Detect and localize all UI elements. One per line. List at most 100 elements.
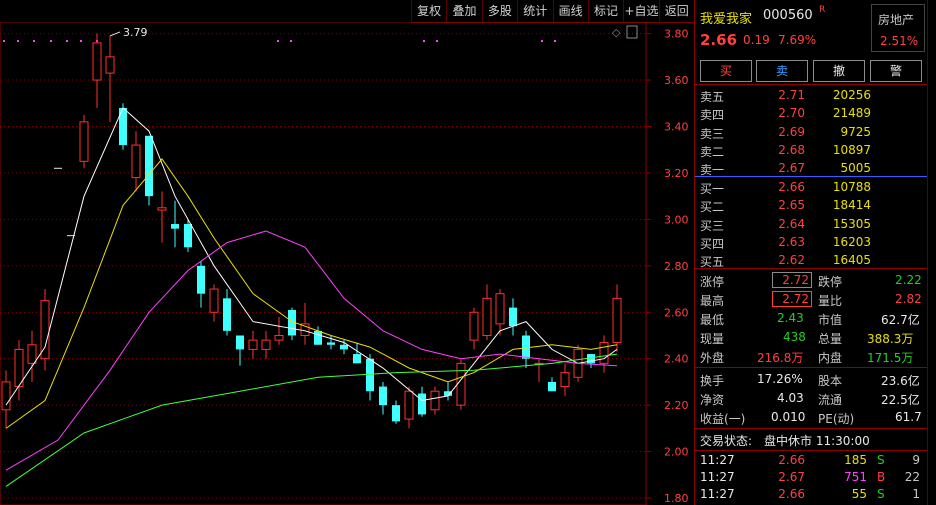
- buy-button[interactable]: 买: [700, 60, 752, 82]
- mktcap-value: 62.7亿: [881, 313, 920, 327]
- sell-button[interactable]: 卖: [756, 60, 808, 82]
- buy-level-label: 买二: [700, 200, 725, 215]
- buy-level-price[interactable]: 2.65: [767, 198, 805, 212]
- cancel-order-button[interactable]: 撤: [813, 60, 865, 82]
- candle-body-down: [327, 342, 335, 345]
- candle-body-down: [418, 393, 426, 415]
- y-tick-label: 3.00: [664, 213, 689, 226]
- current-vol-value: 438: [783, 330, 806, 344]
- kline-chart[interactable]: 3.80 3.60 3.40 3.20 3.00 2.80 2.60 2.40 2.20 2.00…: [0, 22, 694, 505]
- candle-body-down: [340, 344, 348, 350]
- tick-vol: 55: [851, 487, 867, 501]
- inner-value: 171.5万: [867, 351, 914, 365]
- sell-level-price[interactable]: 2.68: [767, 143, 805, 157]
- sell-level-label: 卖三: [700, 126, 725, 141]
- sell-level-vol: 9725: [840, 124, 871, 139]
- limit-down-value: 2.22: [895, 273, 922, 287]
- turnover-label: 换手: [700, 374, 725, 388]
- limit-up-value: 2.72: [772, 272, 812, 288]
- candle-body-up: [430, 390, 440, 411]
- stock-flag: R: [819, 5, 826, 15]
- nav-label: 净资: [700, 393, 725, 407]
- tick-price: 2.66: [778, 453, 805, 467]
- price-change: 0.19: [743, 33, 770, 47]
- candle-body-up: [560, 372, 570, 388]
- toolbar-item-6[interactable]: +自选: [623, 0, 658, 22]
- low-label: 最低: [700, 313, 725, 327]
- side-strip: [927, 0, 936, 505]
- eps-value: 0.010: [771, 410, 806, 424]
- y-tick-label: 2.00: [664, 446, 689, 459]
- toolbar-item-0[interactable]: 复权: [411, 0, 446, 22]
- candle-body-up: [469, 311, 479, 341]
- candle-body-up: [248, 339, 258, 350]
- sell-level-price[interactable]: 2.70: [767, 106, 805, 120]
- buy-level-price[interactable]: 2.64: [767, 217, 805, 231]
- candle-body-up: [482, 297, 492, 336]
- marker-dot: [50, 40, 52, 42]
- tick-side: S: [877, 453, 885, 467]
- turnover-value: 17.26%: [757, 372, 803, 386]
- toolbar-item-3[interactable]: 统计: [517, 0, 552, 22]
- candle-body-up: [92, 42, 102, 81]
- toolbar-item-1[interactable]: 叠加: [446, 0, 481, 22]
- tick-time: 11:27: [700, 453, 735, 467]
- tick-count: 9: [912, 453, 920, 467]
- total-vol-value: 388.3万: [867, 332, 914, 346]
- sell-level-price[interactable]: 2.69: [767, 125, 805, 139]
- buy-level-price[interactable]: 2.66: [767, 180, 805, 194]
- buy-level-price[interactable]: 2.63: [767, 235, 805, 249]
- y-tick-label: 3.60: [664, 74, 689, 87]
- buy-level-price[interactable]: 2.62: [767, 253, 805, 267]
- candle-body-down: [379, 386, 387, 406]
- sector-box[interactable]: 房地产 2.51%: [871, 4, 925, 52]
- candle-body-up: [157, 207, 167, 211]
- candle-body-down: [353, 354, 361, 364]
- tick-time: 11:27: [700, 470, 735, 484]
- marker-dot: [33, 40, 35, 42]
- candle-body-up: [209, 288, 219, 313]
- candle-body-up: [495, 293, 505, 325]
- buy-level-vol: 16203: [832, 234, 871, 249]
- marker-dot: [66, 40, 68, 42]
- alert-button[interactable]: 警: [870, 60, 922, 82]
- tick-count: 22: [904, 470, 920, 484]
- buy-level-label: 买三: [700, 218, 725, 233]
- stock-code: 000560: [763, 8, 813, 23]
- buy-level-vol: 18414: [832, 198, 871, 213]
- high-annotation: 3.79: [123, 26, 148, 39]
- trade-status-label: 交易状态:: [700, 434, 753, 448]
- stock-name[interactable]: 我爱我家: [700, 8, 752, 27]
- marker-dot: [3, 40, 5, 42]
- pe-label: PE(动): [818, 412, 855, 426]
- toolbar-item-5[interactable]: 标记: [587, 0, 623, 22]
- ma-line-3: [5, 353, 618, 487]
- marker-dot: [17, 40, 19, 42]
- pe-value: 61.7: [895, 410, 922, 424]
- y-tick-label: 2.60: [664, 306, 689, 319]
- sell-level-vol: 10897: [832, 142, 871, 157]
- sell-level-price[interactable]: 2.67: [767, 161, 805, 175]
- tick-side: S: [877, 487, 885, 501]
- candle-body-up: [1, 381, 11, 411]
- buy-level-vol: 10788: [832, 180, 871, 194]
- trade-status-value: 盘中休市 11:30:00: [764, 434, 870, 448]
- vol-ratio-label: 量比: [818, 294, 843, 308]
- last-price: 2.66: [700, 31, 738, 49]
- buy-level-vol: 15305: [832, 216, 871, 231]
- toolbar-item-2[interactable]: 多股: [481, 0, 517, 22]
- candle-body-down: [197, 265, 205, 294]
- y-tick-label: 1.80: [664, 492, 689, 505]
- sell-level-price[interactable]: 2.71: [767, 88, 805, 102]
- eps-label: 收益(一): [700, 412, 746, 426]
- total-vol-label: 总量: [818, 332, 843, 346]
- toolbar-item-7[interactable]: 返回: [658, 0, 694, 22]
- sector-pct: 2.51%: [880, 34, 919, 48]
- candle-body-down: [366, 358, 374, 392]
- toolbar-item-4[interactable]: 画线: [552, 0, 588, 22]
- y-tick-label: 3.20: [664, 167, 689, 180]
- candle-body-up: [274, 334, 284, 341]
- vol-ratio-value: 2.82: [895, 292, 922, 306]
- tick-count: 1: [912, 487, 920, 501]
- buy-level-label: 买一: [700, 182, 725, 196]
